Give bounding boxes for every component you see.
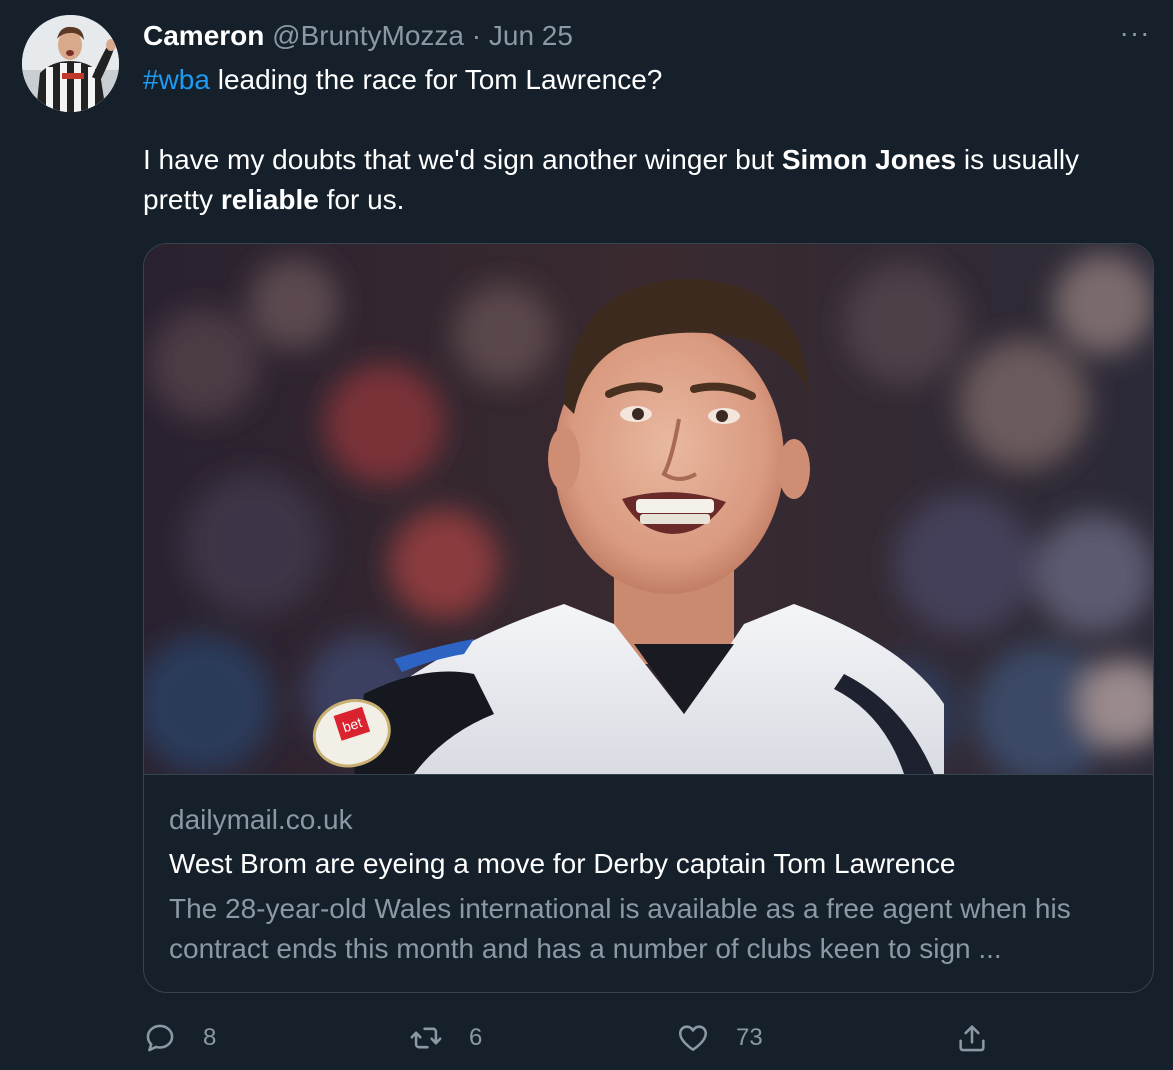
tweet-paragraph-2: I have my doubts that we'd sign another …: [143, 140, 1143, 220]
like-button[interactable]: 73: [676, 1016, 763, 1060]
card-image[interactable]: bet: [144, 244, 1153, 775]
card-photo: bet: [144, 244, 1153, 774]
author-name[interactable]: Cameron: [143, 20, 264, 51]
heart-icon: [678, 1025, 708, 1051]
retweet-count: 6: [469, 1024, 483, 1051]
author-handle[interactable]: @BruntyMozza: [272, 20, 464, 51]
share-icon: [959, 1025, 985, 1052]
reply-icon: [146, 1024, 174, 1052]
avatar[interactable]: [22, 15, 119, 112]
hashtag-link[interactable]: #wba: [143, 64, 210, 95]
avatar-image: [22, 15, 119, 112]
card-domain: dailymail.co.uk: [169, 804, 353, 835]
tweet[interactable]: Cameron @BruntyMozza · Jun 25 ··· #wba l…: [0, 0, 1173, 1070]
card-title: West Brom are eyeing a move for Derby ca…: [169, 848, 956, 879]
link-card[interactable]: bet dailymail.co.uk West Brom are eyeing…: [143, 243, 1154, 993]
tweet-header: Cameron @BruntyMozza · Jun 25: [143, 18, 573, 54]
para2-bold-2: reliable: [220, 184, 319, 215]
para2-text-3: for us.: [318, 184, 405, 215]
separator-dot: ·: [471, 20, 482, 51]
tweet-text: #wba leading the race for Tom Lawrence? …: [143, 60, 1143, 220]
retweet-button[interactable]: 6: [409, 1016, 482, 1060]
tweet-date[interactable]: Jun 25: [489, 20, 573, 51]
para2-bold-1: Simon Jones: [781, 144, 957, 175]
share-button[interactable]: [955, 1016, 989, 1060]
card-description: The 28-year-old Wales international is a…: [169, 893, 1071, 964]
reply-count: 8: [203, 1024, 217, 1051]
tweet-line-1: #wba leading the race for Tom Lawrence?: [143, 60, 1143, 100]
more-icon[interactable]: ···: [1118, 19, 1152, 48]
para2-text-1: I have my doubts that we'd sign another …: [143, 144, 782, 175]
like-count: 73: [736, 1024, 763, 1051]
reply-button[interactable]: 8: [143, 1016, 216, 1060]
retweet-icon: [410, 1027, 442, 1049]
line1-text: leading the race for Tom Lawrence?: [209, 64, 663, 95]
action-bar: 8 6 73: [143, 1016, 1043, 1060]
